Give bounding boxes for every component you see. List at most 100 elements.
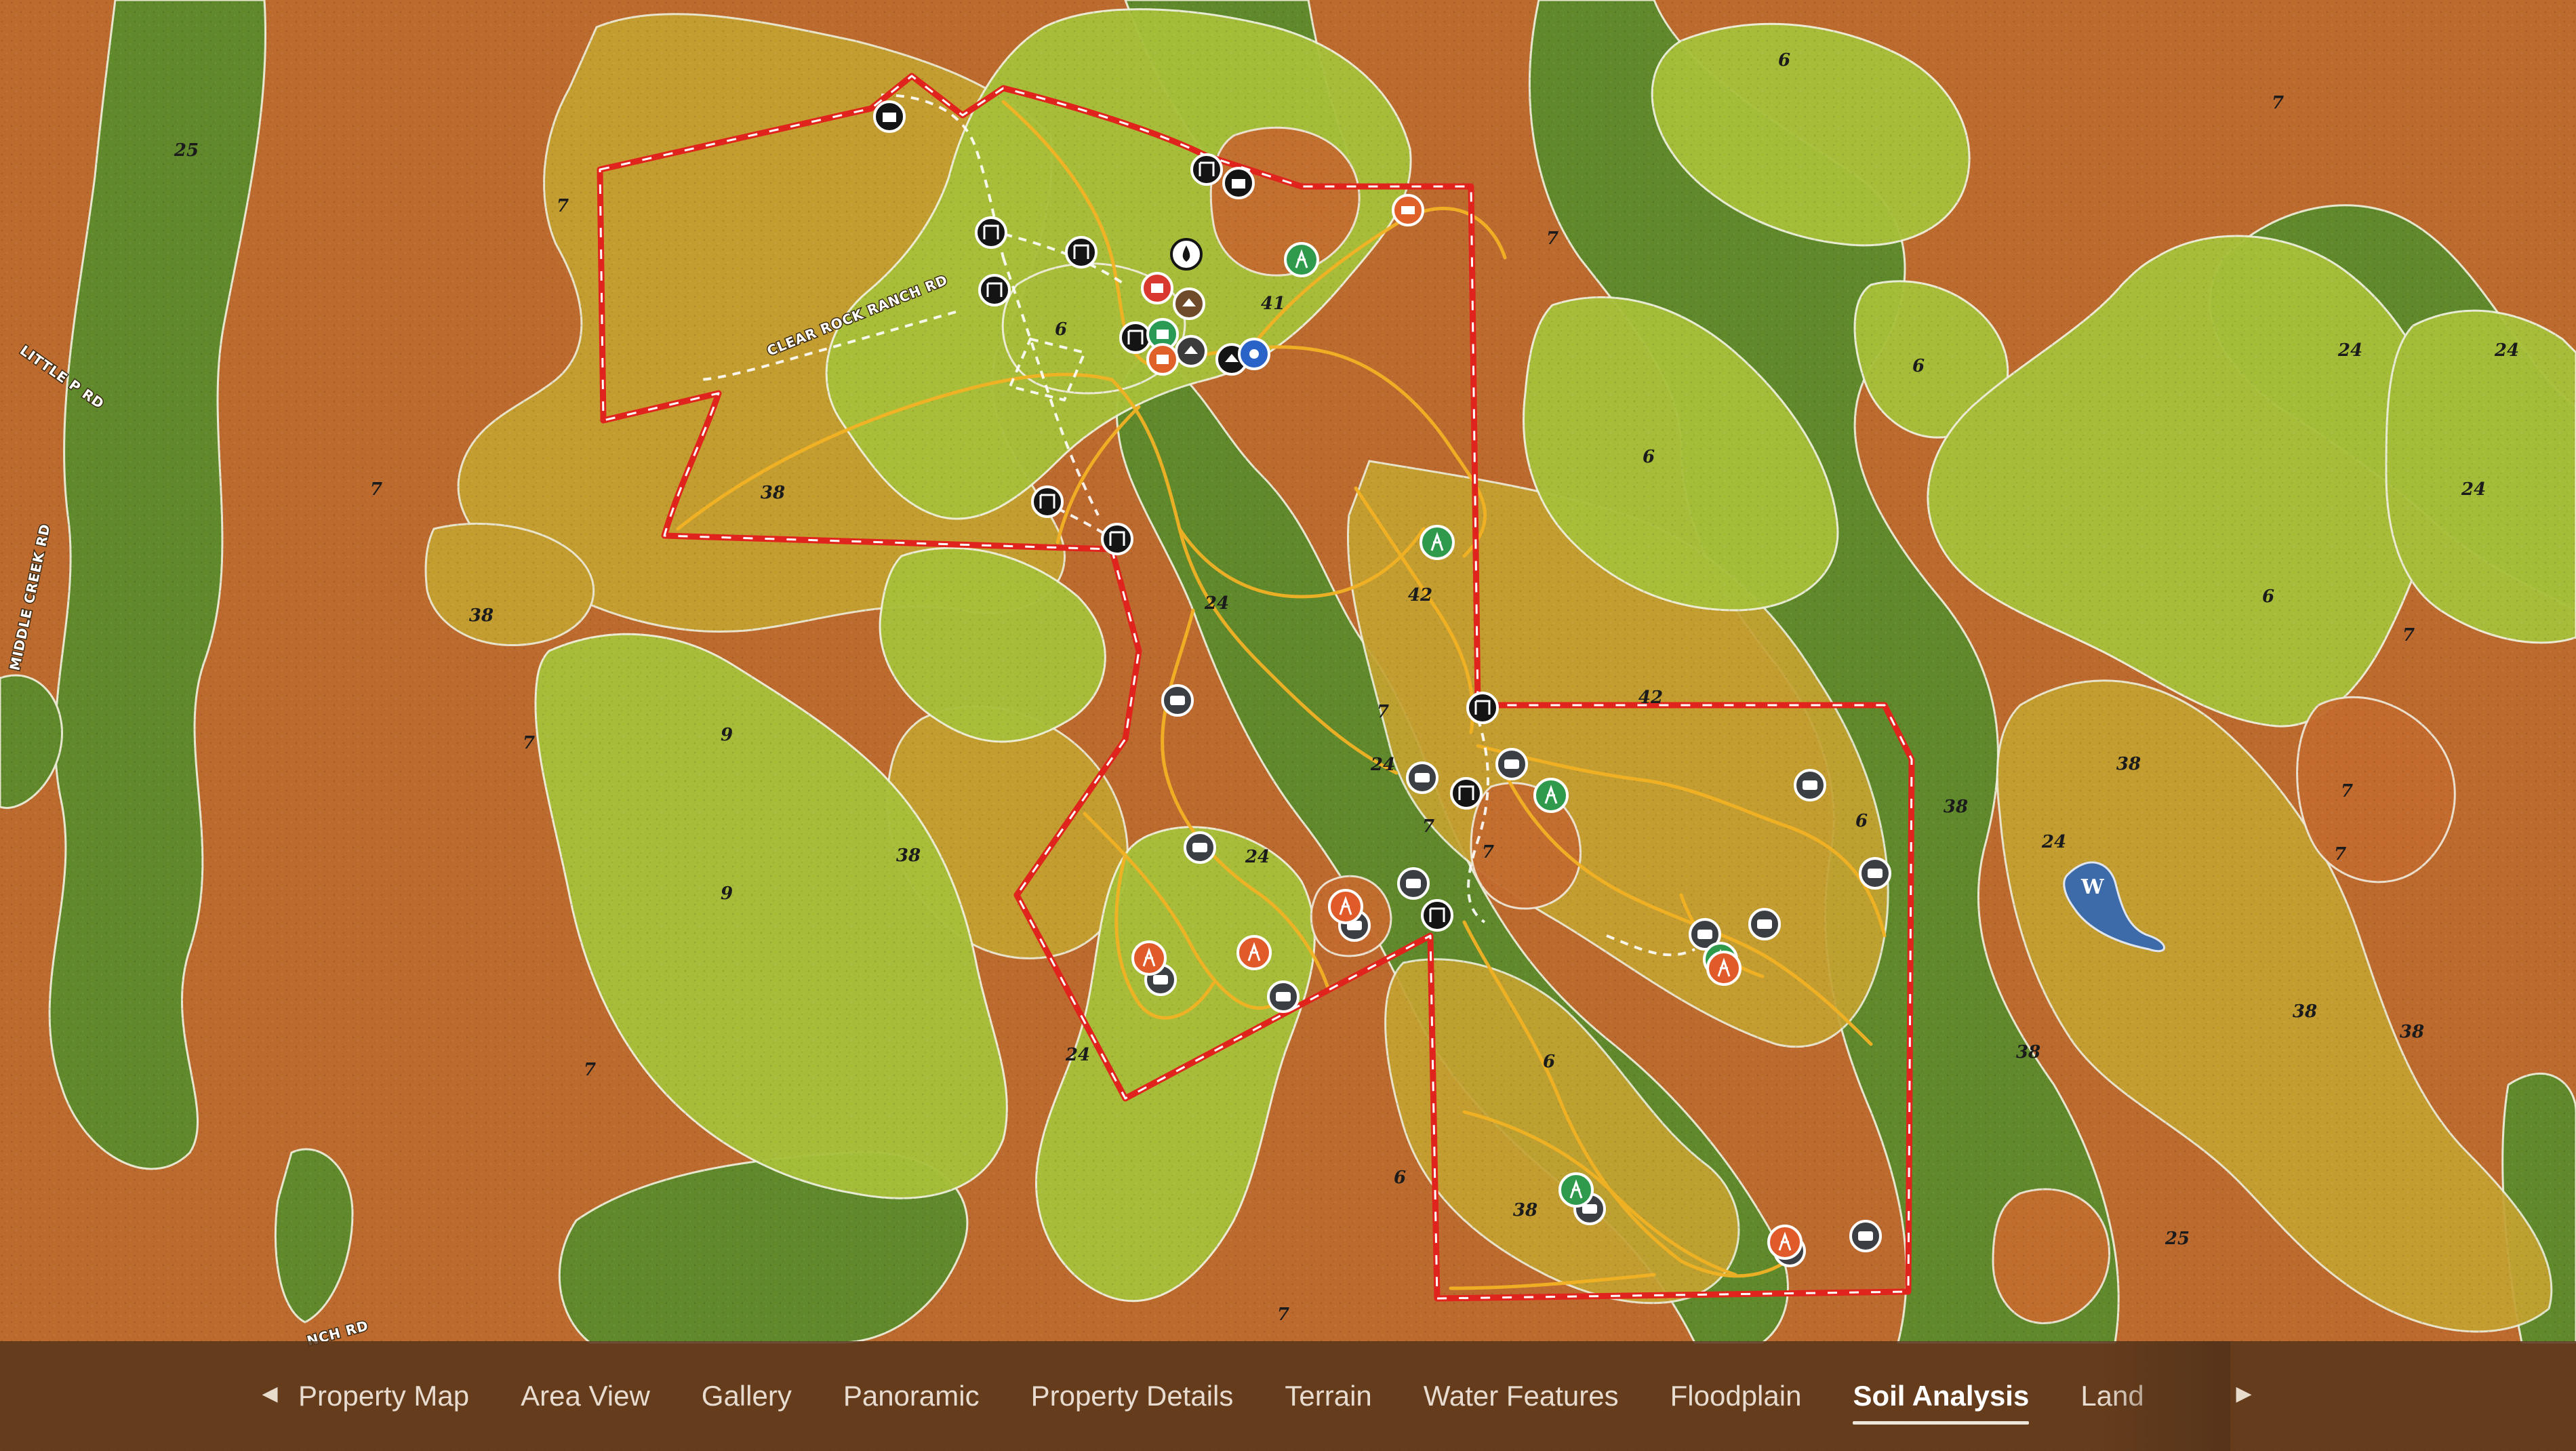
soil-label: 6	[1855, 811, 1868, 831]
section-tabs: Property Map Area View Gallery Panoramic…	[298, 1341, 2223, 1451]
blind-marker[interactable]	[1065, 236, 1098, 269]
tab-floodplain[interactable]: Floodplain	[1670, 1368, 1802, 1425]
soil-label: 42	[1408, 585, 1432, 605]
tab-area-view[interactable]: Area View	[521, 1368, 650, 1425]
blind-marker[interactable]	[978, 274, 1011, 306]
soil-label: 38	[2016, 1042, 2040, 1062]
blind-marker[interactable]	[1450, 777, 1483, 810]
soil-label: 38	[2116, 754, 2141, 774]
blind-marker[interactable]	[975, 216, 1007, 249]
soil-label: 7	[1277, 1305, 1289, 1325]
soil-label: 24	[2041, 832, 2066, 852]
feeder-marker[interactable]	[1397, 867, 1430, 900]
soil-label: 38	[2293, 1001, 2317, 1022]
tab-property-map[interactable]: Property Map	[298, 1368, 469, 1425]
blind-marker[interactable]	[1101, 523, 1133, 555]
blind-marker[interactable]	[1119, 321, 1152, 354]
soil-label: 24	[1065, 1045, 1090, 1065]
tree-stand-marker[interactable]	[1533, 778, 1569, 813]
feeder-marker[interactable]	[1859, 857, 1891, 890]
soil-label: 6	[1778, 50, 1790, 71]
tree-stand-marker[interactable]	[1706, 951, 1742, 986]
soil-label: 6	[1543, 1052, 1555, 1072]
feeder-marker[interactable]	[1406, 761, 1438, 794]
soil-label: 7	[1377, 702, 1389, 722]
tree-stand-marker[interactable]	[1420, 525, 1455, 560]
house-marker[interactable]	[1175, 335, 1207, 367]
tree-stand-marker[interactable]	[1328, 889, 1363, 924]
tab-soil-analysis[interactable]: Soil Analysis	[1853, 1368, 2029, 1425]
soil-label: 6	[2262, 587, 2274, 607]
tab-panoramic[interactable]: Panoramic	[843, 1368, 980, 1425]
tab-land[interactable]: Land	[2080, 1368, 2144, 1425]
soil-label: 7	[370, 479, 382, 500]
feeder-marker[interactable]	[1184, 831, 1216, 864]
soil-label: 6	[1912, 356, 1925, 376]
feeder-marker[interactable]	[1161, 684, 1194, 717]
soil-label: 7	[1482, 842, 1494, 862]
blind-marker[interactable]	[1466, 692, 1499, 724]
water-drop-marker[interactable]	[1170, 238, 1203, 271]
soil-label: 42	[1638, 688, 1663, 708]
soil-label: 9	[721, 883, 733, 904]
soil-label: 24	[1370, 755, 1395, 775]
feeder-marker[interactable]	[1794, 769, 1826, 801]
tab-terrain[interactable]: Terrain	[1285, 1368, 1371, 1425]
feeder-marker[interactable]	[1849, 1220, 1882, 1252]
section-navigation-bar: ◀ Property Map Area View Gallery Panoram…	[0, 1341, 2576, 1451]
soil-label: 24	[2337, 340, 2362, 361]
soil-label: 6	[1394, 1168, 1406, 1188]
feeder-marker[interactable]	[1267, 980, 1300, 1013]
soil-label: 7	[2341, 781, 2353, 801]
soil-label: 24	[2494, 340, 2519, 361]
feeder-marker[interactable]	[1495, 748, 1528, 780]
soil-label: 38	[1513, 1200, 1537, 1220]
dog-marker[interactable]	[1238, 338, 1270, 370]
tab-water-features[interactable]: Water Features	[1424, 1368, 1619, 1425]
blind-marker[interactable]	[1031, 485, 1064, 518]
soil-label: 38	[1944, 797, 1968, 817]
feeder-marker[interactable]	[1748, 908, 1781, 940]
structure-marker[interactable]	[1146, 343, 1179, 376]
soil-label: 7	[2402, 625, 2415, 645]
cabin-marker[interactable]	[873, 100, 906, 133]
soil-label: 38	[469, 605, 494, 626]
soil-label: 6	[1055, 319, 1067, 340]
soil-label: 7	[523, 733, 535, 753]
tree-stand-marker[interactable]	[1131, 940, 1167, 976]
soil-label: 25	[2165, 1229, 2190, 1249]
soil-analysis-map[interactable]: W CLEAR ROCK RANCH RD LITTLE P RD MIDDLE…	[0, 0, 2576, 1451]
soil-label: 9	[721, 725, 733, 745]
soil-label: 41	[1261, 294, 1285, 314]
tree-stand-marker[interactable]	[1236, 935, 1272, 970]
barn-marker[interactable]	[1141, 272, 1173, 304]
chevron-right-icon[interactable]: ▶	[2230, 1380, 2257, 1408]
blind-marker[interactable]	[1190, 153, 1223, 186]
tab-property-details[interactable]: Property Details	[1031, 1368, 1234, 1425]
tree-stand-marker[interactable]	[1767, 1225, 1803, 1260]
soil-label: 7	[557, 196, 569, 216]
house-marker[interactable]	[1173, 287, 1205, 320]
cabin-marker[interactable]	[1222, 167, 1255, 199]
tree-stand-marker[interactable]	[1284, 242, 1319, 277]
tree-stand-marker[interactable]	[1558, 1172, 1594, 1208]
soil-label: 24	[1204, 593, 1229, 614]
soil-label: 7	[2334, 844, 2346, 864]
soil-label: 7	[1546, 228, 1558, 249]
soil-label: 7	[2272, 93, 2284, 113]
soil-label: 38	[761, 483, 785, 503]
soil-label: 25	[174, 140, 199, 161]
soil-label: 7	[1422, 816, 1434, 837]
soil-label: 7	[584, 1060, 596, 1080]
chevron-left-icon[interactable]: ◀	[256, 1380, 283, 1408]
blind-marker[interactable]	[1421, 899, 1453, 932]
soil-label: 24	[1245, 847, 1270, 867]
wetland-marker: W	[2080, 875, 2105, 899]
soil-label: 6	[1643, 447, 1655, 467]
soil-label: 24	[2461, 479, 2486, 500]
soil-label: 38	[896, 846, 921, 866]
map-viewer: W CLEAR ROCK RANCH RD LITTLE P RD MIDDLE…	[0, 0, 2576, 1451]
structure-marker[interactable]	[1392, 194, 1424, 226]
soil-label: 38	[2400, 1022, 2424, 1042]
tab-gallery[interactable]: Gallery	[702, 1368, 792, 1425]
